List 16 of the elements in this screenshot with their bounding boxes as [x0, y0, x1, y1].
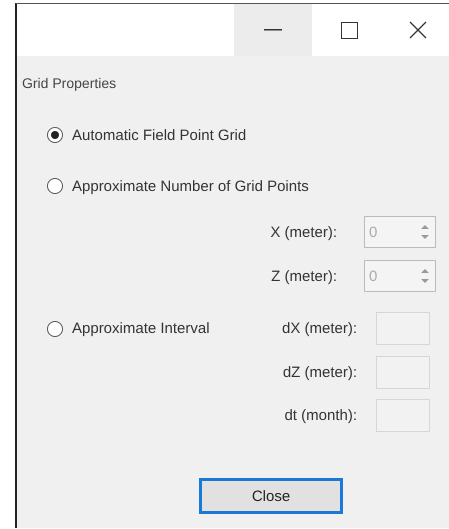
field-label: dZ (meter): [282, 364, 357, 381]
radio-option[interactable]: Automatic Field Point Grid [22, 123, 246, 147]
minimize-icon [264, 29, 282, 31]
close-button[interactable]: Close [199, 478, 343, 514]
radio-button[interactable] [47, 178, 63, 194]
field-label: dX (meter): [282, 320, 357, 337]
radio-button[interactable] [47, 320, 63, 336]
field-label: dt (month): [284, 407, 357, 424]
maximize-icon [341, 22, 358, 38]
group-title: Grid Properties [22, 74, 116, 93]
radio-option[interactable]: Approximate Interval [22, 316, 210, 340]
radio-option[interactable]: Approximate Number of Grid Points [22, 174, 309, 198]
close-icon [409, 21, 427, 39]
field-label: Z (meter): [271, 268, 337, 284]
field-label: X (meter): [270, 224, 337, 240]
radio-button[interactable] [47, 127, 63, 143]
